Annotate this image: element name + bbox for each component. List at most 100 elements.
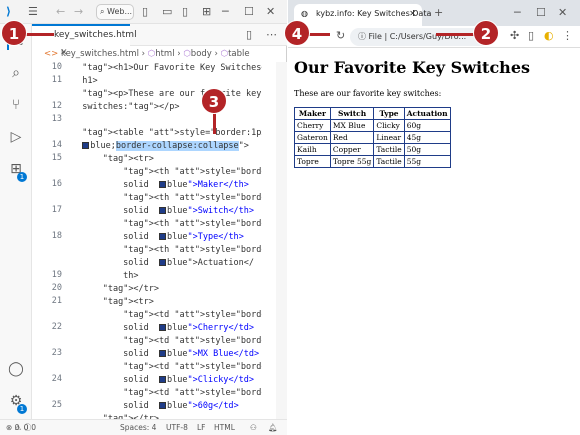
- browser-maximize-icon[interactable]: ☐: [536, 6, 546, 19]
- table-cell: Topre: [294, 155, 331, 168]
- line-number: 19: [51, 270, 62, 280]
- more-actions-icon[interactable]: ⋯: [266, 28, 277, 41]
- command-center-search[interactable]: ⌕ Web...: [96, 4, 134, 20]
- line-number: 23: [51, 348, 62, 358]
- line-number: 25: [51, 400, 62, 410]
- code-line: "tag"><td "att">style="border:1px: [123, 388, 262, 398]
- line-number: 10: [51, 62, 62, 72]
- side-panel-icon[interactable]: ▯: [528, 29, 534, 42]
- code-line: "tag"><tr>: [102, 154, 154, 164]
- toggle-sidebar-icon[interactable]: ▯: [142, 5, 148, 18]
- callout-2-label: 2: [480, 25, 492, 43]
- code-line: solid blue">Switch</th>: [72, 206, 255, 216]
- browser-close-icon[interactable]: ✕: [558, 6, 567, 19]
- reload-icon[interactable]: ↻: [336, 29, 345, 42]
- browser-tab-strip: ◍ kybz.info: Key Switches Data ✕ + ─ ☐ ✕: [288, 0, 580, 26]
- table-cell: 50g: [403, 143, 451, 156]
- breadcrumb-body[interactable]: body: [191, 49, 212, 59]
- language-status[interactable]: HTML: [214, 420, 235, 435]
- indentation-status[interactable]: Spaces: 4: [120, 420, 156, 435]
- callout-3-label: 3: [208, 93, 220, 111]
- warnings-count: 0: [23, 423, 29, 432]
- table-cell: 45g: [403, 131, 451, 144]
- source-control-icon[interactable]: ⑂: [7, 96, 25, 114]
- page-heading: Our Favorite Key Switches: [294, 58, 530, 77]
- info-count: 0: [31, 423, 37, 432]
- table-cell: Copper: [329, 143, 375, 156]
- rendered-page: Our Favorite Key Switches These are our …: [294, 58, 574, 168]
- toggle-panel-icon[interactable]: ▭: [162, 5, 172, 18]
- table-header-cell: Type: [373, 107, 405, 120]
- code-line: switches:"tag"></p>: [72, 102, 180, 112]
- code-line: th>: [72, 271, 139, 281]
- callout-2-arrow: [436, 33, 476, 36]
- vscode-logo-icon: ⟩: [6, 5, 12, 18]
- callout-3: 3: [201, 88, 227, 114]
- menu-icon[interactable]: ☰: [28, 5, 38, 18]
- editor-scrollbar[interactable]: [276, 62, 287, 419]
- page-intro: These are our favorite key switches:: [294, 89, 442, 98]
- line-number: 22: [51, 322, 62, 332]
- element-icon: ⬡: [220, 49, 229, 59]
- breadcrumb-file[interactable]: key_switches.html: [61, 49, 139, 59]
- line-number: 17: [51, 205, 62, 215]
- address-bar[interactable]: ⓘ File | C:/Users/Guy/Dro...: [350, 28, 490, 46]
- line-number: 12: [51, 101, 62, 111]
- line-number: 24: [51, 374, 62, 384]
- run-debug-icon[interactable]: ▷: [7, 128, 25, 146]
- browser-tab[interactable]: ◍ kybz.info: Key Switches Data ✕: [294, 4, 431, 26]
- line-number: 18: [51, 231, 62, 241]
- table-cell: Clicky: [373, 119, 405, 132]
- code-line: "tag"><th "att">style="border:1px: [123, 167, 262, 177]
- browser-minimize-icon[interactable]: ─: [514, 6, 521, 19]
- table-header-cell: Actuation: [403, 107, 451, 120]
- close-icon[interactable]: ✕: [266, 5, 275, 18]
- encoding-status[interactable]: UTF-8: [166, 420, 188, 435]
- element-icon: ⬡: [183, 49, 191, 59]
- table-cell: Gateron: [294, 131, 331, 144]
- toggle-secondary-sidebar-icon[interactable]: ▯: [182, 5, 188, 18]
- forward-icon[interactable]: →: [74, 5, 83, 18]
- copilot-icon[interactable]: ⚇: [250, 420, 257, 435]
- table-cell: Kailh: [294, 143, 331, 156]
- line-number: 20: [51, 283, 62, 293]
- code-line: blue;border-collapse:collapse">: [72, 140, 249, 153]
- search-icon: ⌕: [100, 7, 105, 16]
- accounts-icon[interactable]: ◯: [7, 360, 25, 378]
- code-line: solid blue">Actuation</: [72, 258, 254, 268]
- minimize-icon[interactable]: ─: [222, 5, 229, 18]
- breadcrumb-html[interactable]: html: [155, 49, 174, 59]
- command-center-label: Web...: [107, 7, 133, 16]
- errors-count: 0: [14, 423, 20, 432]
- browser-tab-close-icon[interactable]: ✕: [409, 4, 416, 24]
- problems-indicator[interactable]: ⊗ 0 ⚠ 0 ⓘ 0: [6, 420, 36, 435]
- eol-status[interactable]: LF: [197, 420, 206, 435]
- new-tab-icon[interactable]: +: [434, 6, 443, 19]
- table-cell: MX Blue: [329, 119, 375, 132]
- table-cell: Cherry: [294, 119, 331, 132]
- browser-toolbar: ↻ ⓘ File | C:/Users/Guy/Dro... ✣ ▯ ◐ ⋮: [288, 26, 580, 48]
- code-line: solid blue">Cherry</td>: [72, 323, 255, 333]
- line-number: 16: [51, 179, 62, 189]
- code-line: solid blue">Clicky</td>: [72, 375, 255, 385]
- customize-layout-icon[interactable]: ⊞: [202, 5, 211, 18]
- code-editor[interactable]: "tag"><h1>Our Favorite Key Switches</ h1…: [72, 62, 262, 419]
- split-editor-icon[interactable]: ▯: [246, 28, 252, 41]
- breadcrumb-table[interactable]: table: [228, 49, 250, 59]
- activity-bar: ❐ ⌕ ⑂ ▷ ⊞ 1 ◯ ⚙ 1: [0, 24, 32, 419]
- code-line: solid blue">Type</th>: [72, 232, 244, 242]
- breadcrumb: <> key_switches.html › ⬡html › ⬡body › ⬡…: [44, 49, 250, 59]
- code-line: solid blue">MX Blue</td>: [72, 349, 260, 359]
- extensions-puzzle-icon[interactable]: ✣: [510, 29, 519, 42]
- code-line: "tag"><td "att">style="border:1px: [123, 362, 262, 372]
- back-icon[interactable]: ←: [56, 5, 65, 18]
- code-line: "tag"><table "att">style="border:1px sol…: [82, 128, 262, 138]
- notifications-bell-icon[interactable]: 🔔︎: [268, 420, 278, 435]
- search-view-icon[interactable]: ⌕: [7, 64, 25, 82]
- maximize-icon[interactable]: ☐: [244, 5, 254, 18]
- table-row: Topre Topre 55g Tactile 55g: [294, 155, 451, 168]
- callout-4-label: 4: [291, 25, 303, 43]
- profile-icon[interactable]: ◐: [544, 29, 554, 42]
- browser-menu-icon[interactable]: ⋮: [562, 29, 573, 42]
- browser-window: ◍ kybz.info: Key Switches Data ✕ + ─ ☐ ✕…: [288, 0, 580, 435]
